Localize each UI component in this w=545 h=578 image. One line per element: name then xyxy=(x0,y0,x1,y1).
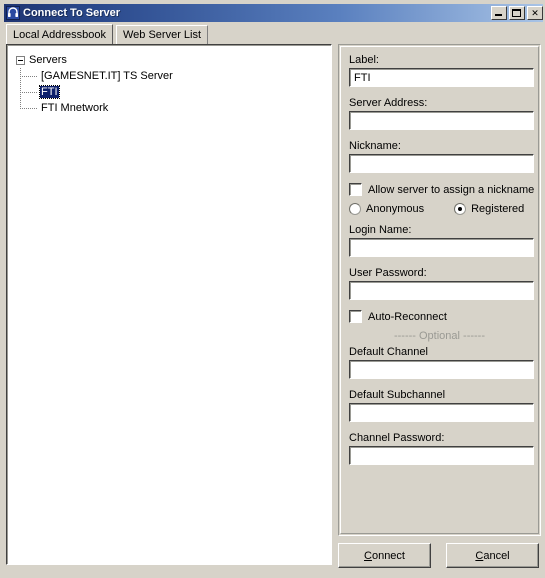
nickname-input[interactable] xyxy=(349,154,534,173)
server-address-field-label: Server Address: xyxy=(349,97,428,109)
tab-strip: Local Addressbook Web Server List xyxy=(6,24,543,44)
login-name-input[interactable] xyxy=(349,238,534,257)
tree-item-label: [GAMESNET.IT] TS Server xyxy=(41,70,173,82)
label-input[interactable]: FTI xyxy=(349,68,534,87)
channel-password-input[interactable] xyxy=(349,446,534,465)
tree-children: [GAMESNET.IT] TS Server FTI FTI Mnetwork xyxy=(16,68,331,116)
window-title: Connect To Server xyxy=(23,7,120,19)
tab-web-server-list[interactable]: Web Server List xyxy=(116,25,209,44)
tree-node-servers[interactable]: Servers xyxy=(16,52,331,68)
server-address-input[interactable] xyxy=(349,111,534,130)
cancel-button-label: ancel xyxy=(483,549,510,562)
title-bar[interactable]: Connect To Server ✕ xyxy=(4,4,543,22)
tab-web-server-list-label: Web Server List xyxy=(123,29,202,41)
server-tree[interactable]: Servers [GAMESNET.IT] TS Server FTI FTI … xyxy=(7,45,331,564)
user-password-input[interactable] xyxy=(349,281,534,300)
default-subchannel-field-label: Default Subchannel xyxy=(349,389,446,401)
collapse-minus-icon[interactable] xyxy=(16,55,25,65)
tree-item-label: FTI xyxy=(39,85,60,99)
allow-server-nickname-checkbox[interactable] xyxy=(349,183,362,196)
connect-button-label: onnect xyxy=(371,549,405,562)
anonymous-radio-label: Anonymous xyxy=(366,203,425,215)
connect-to-server-dialog: Connect To Server ✕ Local Addressbook We… xyxy=(0,0,545,578)
maximize-button[interactable] xyxy=(509,6,525,20)
default-channel-input-value xyxy=(350,361,533,378)
tree-item-fti[interactable]: FTI xyxy=(20,84,331,100)
auto-reconnect-checkbox[interactable] xyxy=(349,310,362,323)
optional-separator: ------ Optional ------ xyxy=(393,330,486,342)
tree-item-label: FTI Mnetwork xyxy=(41,102,109,114)
allow-server-nickname-row[interactable]: Allow server to assign a nickname xyxy=(349,183,534,196)
connect-button-accesskey: C xyxy=(364,549,372,562)
allow-server-nickname-label: Allow server to assign a nickname xyxy=(368,183,535,196)
anonymous-radio-item[interactable]: Anonymous xyxy=(349,203,424,215)
user-password-input-value xyxy=(350,282,533,299)
dialog-button-bar: Connect Cancel xyxy=(338,543,541,569)
default-channel-input[interactable] xyxy=(349,360,534,379)
label-field-label: Label: xyxy=(349,54,379,66)
auth-mode-radio-group: Anonymous Registered xyxy=(349,203,530,215)
default-subchannel-input[interactable] xyxy=(349,403,534,422)
auto-reconnect-row[interactable]: Auto-Reconnect xyxy=(349,310,530,323)
minimize-button[interactable] xyxy=(491,6,507,20)
server-details-form: Label: FTI Server Address: Nickname: All… xyxy=(340,46,539,534)
tab-local-addressbook-label: Local Addressbook xyxy=(13,28,106,41)
registered-radio[interactable] xyxy=(454,203,467,215)
cancel-button[interactable]: Cancel xyxy=(446,543,539,568)
server-address-input-value xyxy=(350,112,533,129)
channel-password-input-value xyxy=(350,447,533,464)
server-details-panel: Label: FTI Server Address: Nickname: All… xyxy=(338,44,541,536)
login-name-input-value xyxy=(350,239,533,256)
headset-icon xyxy=(6,6,20,20)
anonymous-radio[interactable] xyxy=(349,203,361,215)
close-button[interactable]: ✕ xyxy=(527,6,543,20)
tab-local-addressbook[interactable]: Local Addressbook xyxy=(6,24,113,44)
connect-button[interactable]: Connect xyxy=(338,543,431,568)
tree-item-fti-mnetwork[interactable]: FTI Mnetwork xyxy=(20,100,331,116)
registered-radio-item[interactable]: Registered xyxy=(454,203,524,215)
auto-reconnect-label: Auto-Reconnect xyxy=(368,310,447,323)
user-password-field-label: User Password: xyxy=(349,267,427,279)
registered-radio-label: Registered xyxy=(471,203,525,215)
label-input-value: FTI xyxy=(350,69,533,86)
tree-root: Servers [GAMESNET.IT] TS Server FTI FTI … xyxy=(8,46,331,116)
server-tree-panel[interactable]: Servers [GAMESNET.IT] TS Server FTI FTI … xyxy=(6,44,332,565)
tree-item-gamesnet[interactable]: [GAMESNET.IT] TS Server xyxy=(20,68,331,84)
tree-root-label: Servers xyxy=(29,54,67,66)
login-name-field-label: Login Name: xyxy=(349,224,412,236)
channel-password-field-label: Channel Password: xyxy=(349,432,445,444)
nickname-input-value xyxy=(350,155,533,172)
default-subchannel-input-value xyxy=(350,404,533,421)
nickname-field-label: Nickname: xyxy=(349,140,401,152)
default-channel-field-label: Default Channel xyxy=(349,346,428,358)
